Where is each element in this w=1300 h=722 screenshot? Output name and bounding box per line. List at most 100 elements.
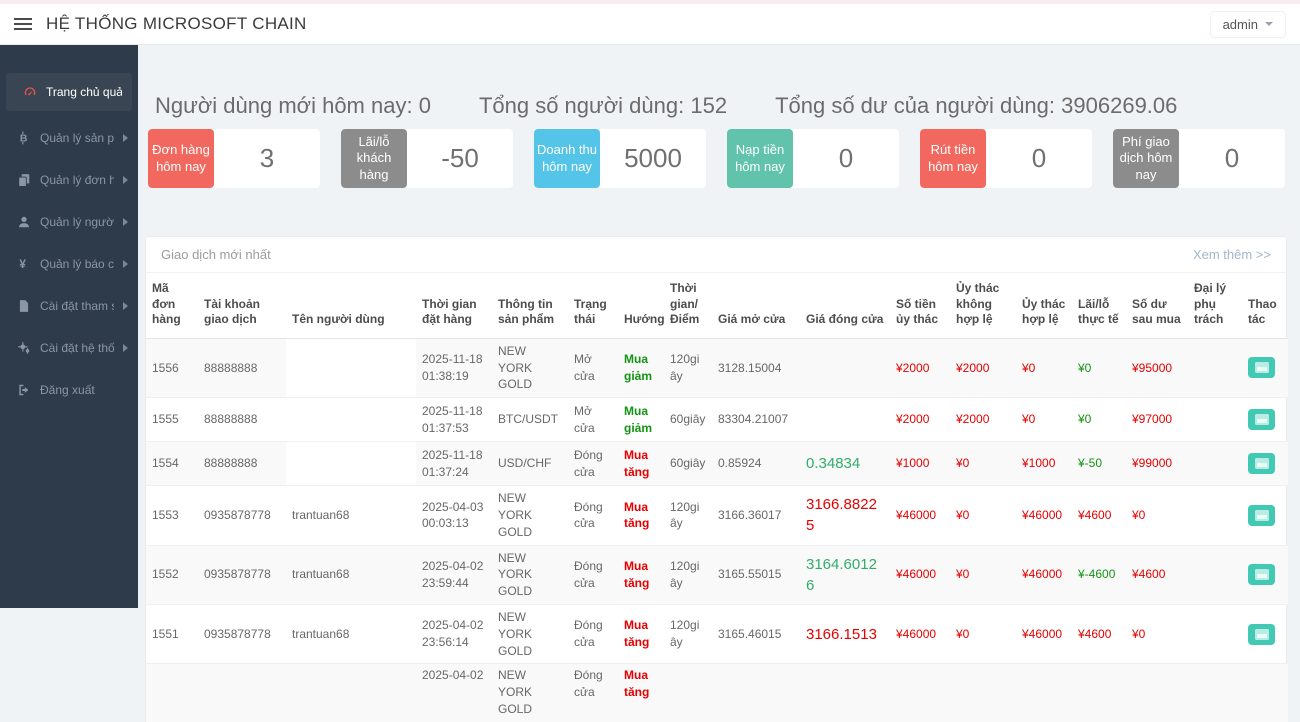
cell-duration [664,664,712,722]
column-header-balance: Số dư sau mua [1126,273,1188,338]
sidebar-item-products[interactable]: B Quản lý sản phẩm [0,117,138,159]
column-header-agent: Đại lý phụ trách [1188,273,1242,338]
cell-direction: Mua giảm [618,398,664,442]
cell-id: 1551 [146,604,198,663]
cell-invalid: ¥0 [950,442,1016,486]
table-row: 15530935878778trantuan682025-04-03 00:03… [146,486,1288,545]
table-row: 1555888888882025-11-18 01:37:53BTC/USDTM… [146,398,1288,442]
sidebar-item-logout[interactable]: Đăng xuất [0,369,138,411]
cell-entrust: ¥2000 [890,338,950,397]
cell-valid: ¥46000 [1016,545,1072,604]
view-order-button[interactable] [1248,357,1275,378]
cell-invalid: ¥0 [950,486,1016,545]
sidebar-item-reports[interactable]: ¥ Quản lý báo cáo [0,243,138,285]
cell-duration: 120giây [664,604,712,663]
latest-transactions-panel: Giao dịch mới nhất Xem thêm >> Mã đơn hà… [145,236,1287,722]
cell-product: NEW YORK GOLD [492,664,568,722]
sidebar-item-dashboard[interactable]: Trang chủ quản trị [6,73,132,111]
column-header-time: Thời gian đặt hàng [416,273,492,338]
stats-summary: Người dùng mới hôm nay0 Tổng số người dù… [155,93,1300,119]
panel-title: Giao dịch mới nhất [161,247,271,262]
cell-status: Đóng cửa [568,545,618,604]
cell-account: 0935878778 [198,604,286,663]
sidebar-item-orders[interactable]: Quản lý đơn hàng [0,159,138,201]
cell-status: Mở cửa [568,398,618,442]
caret-down-icon [1265,22,1273,26]
sidebar-item-label: Quản lý báo cáo [40,257,114,271]
column-header-direction: Hướng [618,273,664,338]
yen-icon: ¥ [16,257,31,272]
cell-id: 1553 [146,486,198,545]
cell-profit [1072,664,1126,722]
cell-id: 1552 [146,545,198,604]
stat-total-balance: Tổng số dư của người dùng3906269.06 [775,93,1177,119]
sidebar-item-parameters[interactable]: Cài đặt tham số [0,285,138,327]
copy-icon [16,173,31,188]
stat-box-fees-today: Phí giao dịch hôm nay 0 [1113,129,1285,188]
cell-balance: ¥99000 [1126,442,1188,486]
cell-balance [1126,664,1188,722]
cell-status: Đóng cửa [568,604,618,663]
main-content: Người dùng mới hôm nay0 Tổng số người dù… [138,45,1300,608]
column-header-invalid: Ủy thác không hợp lệ [950,273,1016,338]
cell-duration: 60giây [664,398,712,442]
view-order-button[interactable] [1248,564,1275,585]
user-icon [16,215,31,230]
cell-open: 83304.21007 [712,398,800,442]
panel-header: Giao dịch mới nhất Xem thêm >> [146,237,1286,273]
cell-direction: Mua tăng [618,486,664,545]
admin-dropdown[interactable]: admin [1210,11,1286,38]
sidebar-item-users[interactable]: Quản lý người dùng [0,201,138,243]
cell-action [1242,486,1288,545]
cell-direction: Mua tăng [618,664,664,722]
cell-invalid: ¥0 [950,604,1016,663]
stat-box-withdrawals-today: Rút tiền hôm nay 0 [920,129,1092,188]
svg-text:¥: ¥ [19,258,26,271]
cell-entrust: ¥1000 [890,442,950,486]
cell-action [1242,398,1288,442]
cell-open: 3165.46015 [712,604,800,663]
column-header-product: Thông tin sản phẩm [492,273,568,338]
cell-time: 2025-04-02 [416,664,492,722]
cell-open [712,664,800,722]
hamburger-menu-icon[interactable] [14,15,32,33]
cell-open: 0.85924 [712,442,800,486]
cell-product: USD/CHF [492,442,568,486]
cell-valid: ¥46000 [1016,604,1072,663]
view-order-button[interactable] [1248,505,1275,526]
cell-entrust: ¥2000 [890,398,950,442]
cell-id: 1556 [146,338,198,397]
sidebar-item-label: Quản lý đơn hàng [40,173,114,187]
cell-valid: ¥1000 [1016,442,1072,486]
table-row: 15510935878778trantuan682025-04-02 23:56… [146,604,1288,663]
cell-agent [1188,545,1242,604]
view-order-button[interactable] [1248,624,1275,645]
see-more-link[interactable]: Xem thêm >> [1193,247,1271,262]
cell-entrust: ¥46000 [890,545,950,604]
view-order-button[interactable] [1248,409,1275,430]
cell-valid: ¥46000 [1016,486,1072,545]
cell-action [1242,442,1288,486]
cell-agent [1188,604,1242,663]
cell-action [1242,545,1288,604]
stat-boxes-row: Đơn hàng hôm nay 3 Lãi/lỗ khách hàng -50… [148,129,1290,188]
cell-close: 3166.88225 [800,486,890,545]
cell-time: 2025-11-18 01:38:19 [416,338,492,397]
stat-new-users: Người dùng mới hôm nay0 [155,93,431,119]
chevron-right-icon [123,302,128,310]
cell-balance: ¥97000 [1126,398,1188,442]
cell-open: 3128.15004 [712,338,800,397]
cell-invalid: ¥0 [950,545,1016,604]
cell-agent [1188,442,1242,486]
cell-direction: Mua tăng [618,545,664,604]
column-header-username: Tên người dùng [286,273,416,338]
stat-box-customer-pnl: Lãi/lỗ khách hàng -50 [341,129,513,188]
cell-agent [1188,398,1242,442]
sidebar-item-label: Đăng xuất [40,383,95,397]
view-order-button[interactable] [1248,453,1275,474]
column-header-id: Mã đơn hàng [146,273,198,338]
cell-username: trantuan68 [286,486,416,545]
cell-balance: ¥0 [1126,604,1188,663]
column-header-account: Tài khoản giao dịch [198,273,286,338]
sidebar-item-system-settings[interactable]: Cài đặt hệ thống [0,327,138,369]
